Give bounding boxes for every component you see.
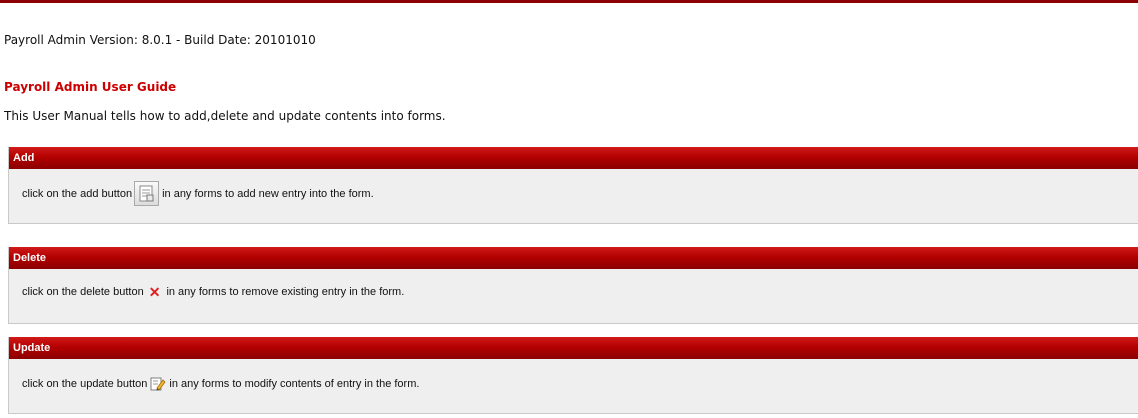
delete-x-icon[interactable]: ✕ bbox=[149, 285, 161, 299]
add-section-body: click on the add button in any forms to … bbox=[9, 169, 1138, 223]
intro-text: This User Manual tells how to add,delete… bbox=[4, 109, 446, 123]
update-instruction-after: in any forms to modify contents of entry… bbox=[169, 378, 420, 390]
add-section-header: Add bbox=[9, 147, 1138, 169]
delete-instruction-after: in any forms to remove existing entry in… bbox=[166, 286, 405, 298]
page-title: Payroll Admin User Guide bbox=[4, 80, 177, 94]
update-section: Update click on the update button in any… bbox=[8, 337, 1138, 414]
delete-section-header: Delete bbox=[9, 247, 1138, 269]
add-section: Add click on the add button in any forms… bbox=[8, 147, 1138, 224]
update-section-header: Update bbox=[9, 337, 1138, 359]
delete-section: Delete click on the delete button ✕ in a… bbox=[8, 247, 1138, 324]
top-divider bbox=[0, 0, 1138, 3]
add-instruction-after: in any forms to add new entry into the f… bbox=[162, 187, 374, 200]
edit-pencil-icon[interactable] bbox=[150, 376, 166, 392]
update-instruction-before: click on the update button bbox=[22, 378, 148, 390]
add-instruction-before: click on the add button bbox=[22, 187, 133, 200]
add-form-icon[interactable] bbox=[134, 181, 160, 206]
version-info: Payroll Admin Version: 8.0.1 - Build Dat… bbox=[4, 33, 316, 47]
add-instruction: click on the add button in any forms to … bbox=[22, 181, 374, 206]
delete-instruction-before: click on the delete button bbox=[22, 286, 144, 298]
delete-section-body: click on the delete button ✕ in any form… bbox=[9, 269, 1138, 323]
update-instruction: click on the update button in any forms … bbox=[22, 376, 419, 392]
delete-instruction: click on the delete button ✕ in any form… bbox=[22, 285, 405, 299]
update-section-body: click on the update button in any forms … bbox=[9, 359, 1138, 413]
